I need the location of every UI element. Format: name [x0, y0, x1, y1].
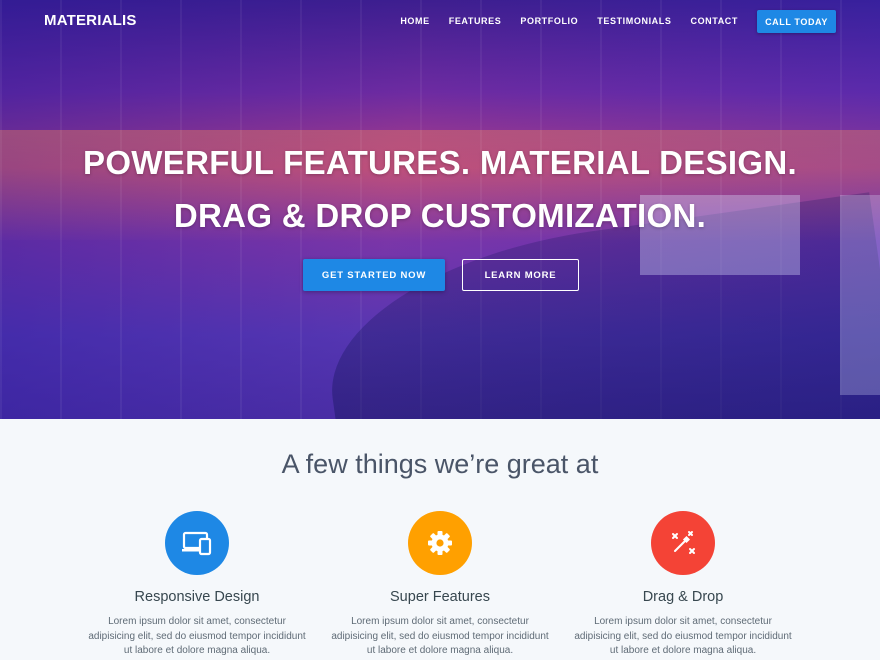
feature-card-super-features: Super Features Lorem ipsum dolor sit ame… [320, 511, 560, 659]
feature-title: Super Features [390, 589, 490, 605]
magic-wand-icon [672, 531, 695, 554]
feature-card-responsive: Responsive Design Lorem ipsum dolor sit … [77, 511, 317, 659]
feature-title: Responsive Design [134, 589, 260, 605]
feature-icon-circle [408, 511, 472, 575]
gear-icon [428, 531, 452, 555]
feature-description: Lorem ipsum dolor sit amet, consectetur … [574, 616, 792, 656]
site-logo[interactable]: MATERIALIS [44, 12, 137, 29]
nav-home[interactable]: HOME [400, 16, 429, 26]
hero-section: MATERIALIS HOME FEATURES PORTFOLIO TESTI… [0, 0, 880, 419]
feature-title: Drag & Drop [642, 589, 724, 605]
nav-contact[interactable]: CONTACT [690, 16, 738, 26]
top-navigation: MATERIALIS HOME FEATURES PORTFOLIO TESTI… [0, 0, 880, 42]
nav-features[interactable]: FEATURES [449, 16, 502, 26]
feature-icon-circle [651, 511, 715, 575]
feature-description: Lorem ipsum dolor sit amet, consectetur … [88, 616, 306, 656]
hero-headline-line-1: POWERFUL FEATURES. MATERIAL DESIGN. [83, 144, 797, 181]
nav-portfolio[interactable]: PORTFOLIO [520, 16, 578, 26]
feature-description: Lorem ipsum dolor sit amet, consectetur … [331, 616, 549, 656]
main-menu: HOME FEATURES PORTFOLIO TESTIMONIALS CON… [381, 16, 738, 26]
call-today-button[interactable]: CALL TODAY [757, 10, 836, 33]
feature-card-drag-drop: Drag & Drop Lorem ipsum dolor sit amet, … [563, 511, 803, 659]
nav-testimonials[interactable]: TESTIMONIALS [597, 16, 671, 26]
responsive-devices-icon [182, 531, 212, 556]
hero-headline-line-2: DRAG & DROP CUSTOMIZATION. [173, 197, 707, 234]
learn-more-button[interactable]: LEARN MORE [462, 259, 579, 291]
features-section-title: A few things we’re great at [281, 449, 599, 479]
get-started-button[interactable]: GET STARTED NOW [303, 259, 445, 291]
feature-icon-circle [165, 511, 229, 575]
